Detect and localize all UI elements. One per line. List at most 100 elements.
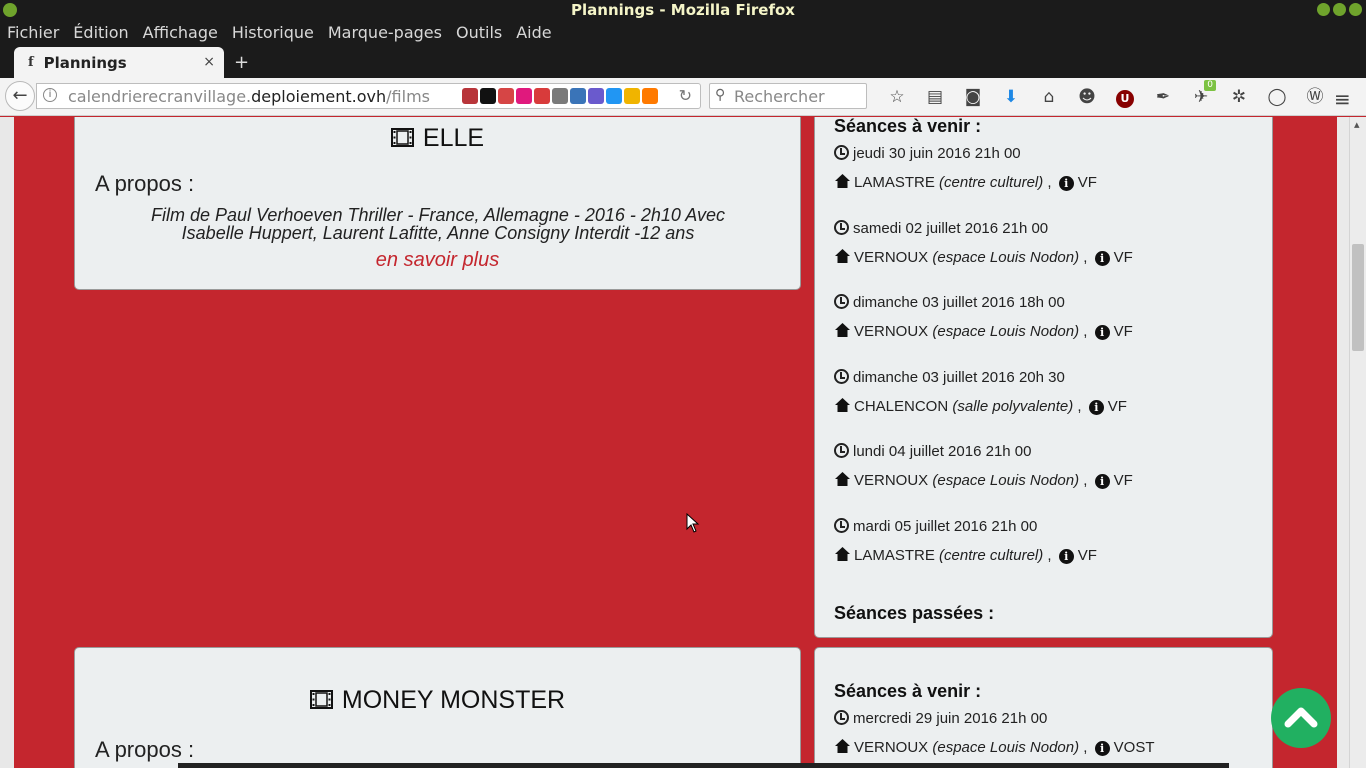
- info-icon[interactable]: i: [1058, 549, 1074, 564]
- wordpress-icon[interactable]: Ⓦ: [1296, 86, 1334, 108]
- session-place: VERNOUX (espace Louis Nodon) , i VF: [834, 322, 1133, 341]
- info-icon[interactable]: i: [1094, 250, 1110, 266]
- back-button[interactable]: ←: [5, 81, 35, 111]
- reload-icon[interactable]: ↻: [679, 86, 692, 105]
- house-icon: [835, 174, 850, 188]
- session-town: VERNOUX: [854, 323, 929, 341]
- info-icon[interactable]: i: [1058, 176, 1074, 191]
- new-tab-button[interactable]: +: [234, 52, 249, 73]
- scroll-up-icon[interactable]: ▴: [1354, 118, 1360, 131]
- navigation-toolbar: ← i calendrierecranvillage.deploiement.o…: [0, 78, 1366, 116]
- addon-icon[interactable]: [588, 88, 604, 104]
- tab-title: Plannings: [43, 53, 127, 72]
- home-icon[interactable]: ⌂: [1030, 86, 1068, 108]
- chevron-up-icon: [1284, 707, 1318, 728]
- url-bar[interactable]: i calendrierecranvillage.deploiement.ovh…: [36, 83, 701, 109]
- session-town: CHALENCON: [854, 397, 949, 415]
- menu-fichier[interactable]: Fichier: [7, 23, 59, 42]
- menu-hamburger-icon[interactable]: ≡: [1334, 87, 1351, 111]
- addon-icon[interactable]: [606, 88, 622, 104]
- session-venue: (centre culturel): [939, 174, 1044, 191]
- info-icon[interactable]: i: [1088, 399, 1104, 415]
- close-window-icon[interactable]: [1349, 3, 1362, 16]
- network-icon[interactable]: ✲: [1220, 86, 1258, 108]
- menu-edition[interactable]: Édition: [73, 23, 128, 42]
- session-language: VF: [1077, 547, 1097, 564]
- maximize-icon[interactable]: [1333, 3, 1346, 16]
- clock-icon: [834, 443, 849, 459]
- window-controls: [1317, 3, 1362, 16]
- scrollbar[interactable]: ▴: [1349, 117, 1366, 768]
- color-wheel-icon[interactable]: ◯: [1258, 86, 1296, 108]
- house-icon: [835, 248, 850, 263]
- film-title: MONEY MONSTER: [75, 686, 800, 715]
- addon-icon[interactable]: [570, 88, 586, 104]
- session-language: VF: [1107, 397, 1127, 415]
- addon-icon[interactable]: [462, 88, 478, 104]
- session-place: CHALENCON (salle polyvalente) , i VF: [834, 397, 1127, 415]
- menu-outils[interactable]: Outils: [456, 23, 502, 42]
- session-venue: (espace Louis Nodon): [932, 323, 1080, 341]
- past-sessions-heading: Séances passées :: [834, 603, 995, 623]
- session-date: dimanche 03 juillet 2016 20h 30: [834, 368, 1065, 386]
- info-icon[interactable]: i: [1094, 325, 1110, 341]
- back-to-top-button[interactable]: [1271, 688, 1331, 748]
- minimize-icon[interactable]: [1317, 3, 1330, 16]
- session-date: mercredi 29 juin 2016 21h 00: [834, 710, 1047, 727]
- addon-icon[interactable]: [552, 88, 568, 104]
- bookmark-star-icon[interactable]: ☆: [878, 86, 916, 108]
- session-date: lundi 04 juillet 2016 21h 00: [834, 443, 1031, 460]
- close-tab-icon[interactable]: ×: [203, 54, 215, 70]
- session-venue: (centre culturel): [939, 547, 1044, 564]
- addon-icon[interactable]: [642, 88, 658, 104]
- info-icon[interactable]: i: [1094, 474, 1110, 490]
- search-input[interactable]: ⚲ Rechercher: [709, 83, 867, 109]
- addon-icon[interactable]: [480, 88, 496, 104]
- house-icon: [835, 472, 850, 487]
- apropos-heading: A propos :: [95, 171, 195, 196]
- session-town: VERNOUX: [854, 472, 929, 490]
- menu-aide[interactable]: Aide: [516, 23, 551, 42]
- info-icon[interactable]: i: [1094, 741, 1110, 756]
- more-info-link[interactable]: en savoir plus: [75, 249, 800, 272]
- chat-icon[interactable]: ☻: [1068, 86, 1106, 108]
- session-town: LAMASTRE: [854, 174, 935, 191]
- toolbar-icons: ☆ ▤ ◙ ⬇ ⌂ ☻ U ✒ ✈ 0 ✲ ◯ Ⓦ: [878, 80, 1334, 108]
- page-left-margin: [0, 117, 14, 768]
- clock-icon: [834, 294, 849, 310]
- house-icon: [835, 397, 850, 412]
- addon-badge-icon[interactable]: ✈ 0: [1182, 80, 1220, 108]
- window-title: Plannings - Mozilla Firefox: [571, 1, 795, 19]
- session-town: VERNOUX: [854, 248, 929, 266]
- downloads-icon[interactable]: ⬇: [992, 86, 1030, 108]
- session-place: LAMASTRE (centre culturel) , i VF: [834, 173, 1097, 191]
- film-title: ELLE: [75, 124, 800, 153]
- addon-icon[interactable]: [498, 88, 514, 104]
- film-icon: [390, 128, 414, 147]
- url-text[interactable]: calendrierecranvillage.deploiement.ovh/f…: [68, 87, 430, 106]
- session-language: VF: [1113, 248, 1133, 266]
- addon-icon[interactable]: [516, 88, 532, 104]
- reading-list-icon[interactable]: ▤: [916, 86, 954, 108]
- ublock-icon[interactable]: U: [1106, 86, 1144, 108]
- site-info-icon[interactable]: i: [43, 88, 57, 102]
- scrollbar-thumb[interactable]: [1352, 244, 1364, 351]
- menu-marque-pages[interactable]: Marque-pages: [328, 23, 442, 42]
- pocket-icon[interactable]: ◙: [954, 86, 992, 108]
- session-place: VERNOUX (espace Louis Nodon) , i VF: [834, 248, 1133, 266]
- menu-affichage[interactable]: Affichage: [143, 23, 218, 42]
- session-language: VF: [1077, 174, 1097, 191]
- session-venue: (espace Louis Nodon): [932, 248, 1080, 266]
- synopsis-line: Film de Paul Verhoeven Thriller - France…: [151, 205, 725, 225]
- clock-icon: [834, 368, 849, 384]
- search-icon: ⚲: [715, 87, 726, 103]
- session-date: mardi 05 juillet 2016 21h 00: [834, 518, 1037, 535]
- addon-icon[interactable]: [534, 88, 550, 104]
- session-language: VF: [1113, 323, 1133, 341]
- tab-plannings[interactable]: f Plannings ×: [14, 47, 224, 78]
- menu-historique[interactable]: Historique: [232, 23, 314, 42]
- pen-icon[interactable]: ✒: [1144, 86, 1182, 108]
- addon-icon[interactable]: [624, 88, 640, 104]
- favicon-icon: f: [28, 55, 34, 70]
- menubar: Fichier Édition Affichage Historique Mar…: [0, 20, 1366, 45]
